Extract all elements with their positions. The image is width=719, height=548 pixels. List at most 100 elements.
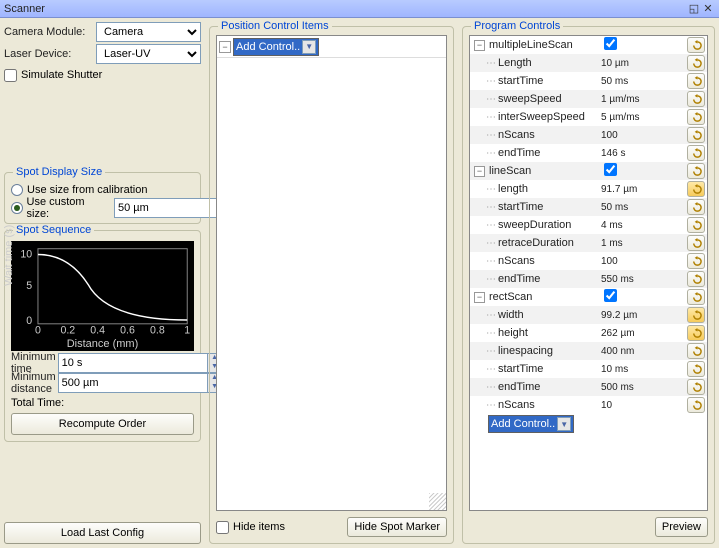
param-value[interactable]: 50 ms (601, 202, 659, 213)
param-value[interactable]: 91.7 µm (601, 184, 659, 195)
load-config-button[interactable]: Load Last Config (4, 522, 201, 544)
param-name: startTime (498, 363, 599, 375)
tree-leaf-row[interactable]: ⋯sweepSpeed1 µm/ms (470, 90, 707, 108)
param-name: retraceDuration (498, 237, 599, 249)
param-value[interactable]: 262 µm (601, 328, 659, 339)
revert-button[interactable] (687, 217, 705, 233)
revert-button[interactable] (687, 361, 705, 377)
close-icon[interactable]: ✕ (701, 2, 715, 15)
revert-button[interactable] (687, 397, 705, 413)
camera-module-label: Camera Module: (4, 26, 94, 38)
enable-checkbox[interactable] (604, 37, 617, 50)
tree-leaf-row[interactable]: ⋯sweepDuration4 ms (470, 216, 707, 234)
revert-button[interactable] (687, 73, 705, 89)
preview-button[interactable]: Preview (655, 517, 708, 537)
dock-icon[interactable]: ◱ (687, 2, 701, 15)
tree-leaf-row[interactable]: ⋯endTime550 ms (470, 270, 707, 288)
param-value[interactable]: 146 s (601, 148, 659, 159)
resize-grip-icon[interactable] (429, 493, 446, 510)
collapse-icon[interactable]: − (474, 40, 485, 51)
param-name: sweepSpeed (498, 93, 599, 105)
simulate-shutter-checkbox[interactable] (4, 69, 17, 82)
param-value[interactable]: 99.2 µm (601, 310, 659, 321)
revert-button[interactable] (687, 145, 705, 161)
param-name: startTime (498, 75, 599, 87)
add-control-combo[interactable]: Add Control..▼ (488, 415, 574, 433)
revert-button[interactable] (687, 343, 705, 359)
param-value[interactable]: 550 ms (601, 274, 659, 285)
param-value[interactable]: 1 µm/ms (601, 94, 659, 105)
add-control-row[interactable]: Add Control..▼ (470, 414, 707, 434)
param-value[interactable]: 100 (601, 130, 659, 141)
revert-button[interactable] (687, 271, 705, 287)
param-value[interactable]: 10 µm (601, 58, 659, 69)
hide-items-label: Hide items (233, 521, 285, 533)
tree-leaf-row[interactable]: ⋯nScans100 (470, 126, 707, 144)
min-time-input[interactable] (58, 353, 207, 373)
recompute-button[interactable]: Recompute Order (11, 413, 194, 435)
revert-button[interactable] (687, 307, 705, 323)
revert-button[interactable] (687, 199, 705, 215)
revert-button[interactable] (687, 91, 705, 107)
revert-button[interactable] (687, 163, 705, 179)
tree-leaf-row[interactable]: ⋯retraceDuration1 ms (470, 234, 707, 252)
tree-leaf-row[interactable]: ⋯endTime146 s (470, 144, 707, 162)
param-value[interactable]: 500 ms (601, 382, 659, 393)
position-control-legend: Position Control Items (218, 20, 332, 32)
param-name: endTime (498, 273, 599, 285)
revert-button[interactable] (687, 181, 705, 197)
param-value[interactable]: 1 ms (601, 238, 659, 249)
tree-leaf-row[interactable]: ⋯nScans10 (470, 396, 707, 414)
tree-leaf-row[interactable]: ⋯startTime50 ms (470, 198, 707, 216)
tree-leaf-row[interactable]: ⋯Length10 µm (470, 54, 707, 72)
program-tree[interactable]: −multipleLineScan⋯Length10 µm⋯startTime5… (469, 35, 708, 511)
revert-button[interactable] (687, 289, 705, 305)
collapse-icon[interactable]: − (474, 166, 485, 177)
collapse-icon[interactable]: − (474, 292, 485, 303)
tree-leaf-row[interactable]: ⋯nScans100 (470, 252, 707, 270)
simulate-shutter-label: Simulate Shutter (21, 69, 102, 81)
param-value[interactable]: 10 (601, 400, 659, 411)
param-value[interactable]: 100 (601, 256, 659, 267)
revert-button[interactable] (687, 325, 705, 341)
revert-button[interactable] (687, 253, 705, 269)
tree-node-name: multipleLineScan (489, 39, 604, 51)
tree-header-row[interactable]: −rectScan (470, 288, 707, 306)
laser-device-select[interactable]: Laser-UV (96, 44, 201, 64)
enable-checkbox[interactable] (604, 163, 617, 176)
revert-button[interactable] (687, 55, 705, 71)
add-control-combo[interactable]: Add Control..▼ (233, 38, 319, 56)
revert-button[interactable] (687, 379, 705, 395)
tree-leaf-row[interactable]: ⋯length91.7 µm (470, 180, 707, 198)
collapse-icon[interactable]: − (219, 41, 231, 53)
param-value[interactable]: 4 ms (601, 220, 659, 231)
tree-leaf-row[interactable]: ⋯startTime10 ms (470, 360, 707, 378)
revert-button[interactable] (687, 109, 705, 125)
hide-items-checkbox[interactable] (216, 521, 229, 534)
camera-module-select[interactable]: Camera (96, 22, 201, 42)
tree-header-row[interactable]: −multipleLineScan (470, 36, 707, 54)
min-dist-input[interactable] (58, 373, 207, 393)
param-value[interactable]: 50 ms (601, 76, 659, 87)
chevron-down-icon[interactable]: ▼ (302, 40, 316, 54)
param-name: height (498, 327, 599, 339)
tree-leaf-row[interactable]: ⋯startTime50 ms (470, 72, 707, 90)
param-value[interactable]: 400 nm (601, 346, 659, 357)
param-value[interactable]: 5 µm/ms (601, 112, 659, 123)
chevron-down-icon[interactable]: ▼ (557, 417, 571, 431)
enable-checkbox[interactable] (604, 289, 617, 302)
radio-custom[interactable]: Use custom size: ▲▼ (11, 199, 194, 217)
param-name: width (498, 309, 599, 321)
program-controls-group: Program Controls −multipleLineScan⋯Lengt… (462, 26, 715, 544)
revert-button[interactable] (687, 235, 705, 251)
tree-leaf-row[interactable]: ⋯interSweepSpeed5 µm/ms (470, 108, 707, 126)
tree-leaf-row[interactable]: ⋯height262 µm (470, 324, 707, 342)
tree-header-row[interactable]: −lineScan (470, 162, 707, 180)
tree-leaf-row[interactable]: ⋯endTime500 ms (470, 378, 707, 396)
tree-leaf-row[interactable]: ⋯linespacing400 nm (470, 342, 707, 360)
revert-button[interactable] (687, 37, 705, 53)
revert-button[interactable] (687, 127, 705, 143)
hide-spot-button[interactable]: Hide Spot Marker (347, 517, 447, 537)
tree-leaf-row[interactable]: ⋯width99.2 µm (470, 306, 707, 324)
param-value[interactable]: 10 ms (601, 364, 659, 375)
